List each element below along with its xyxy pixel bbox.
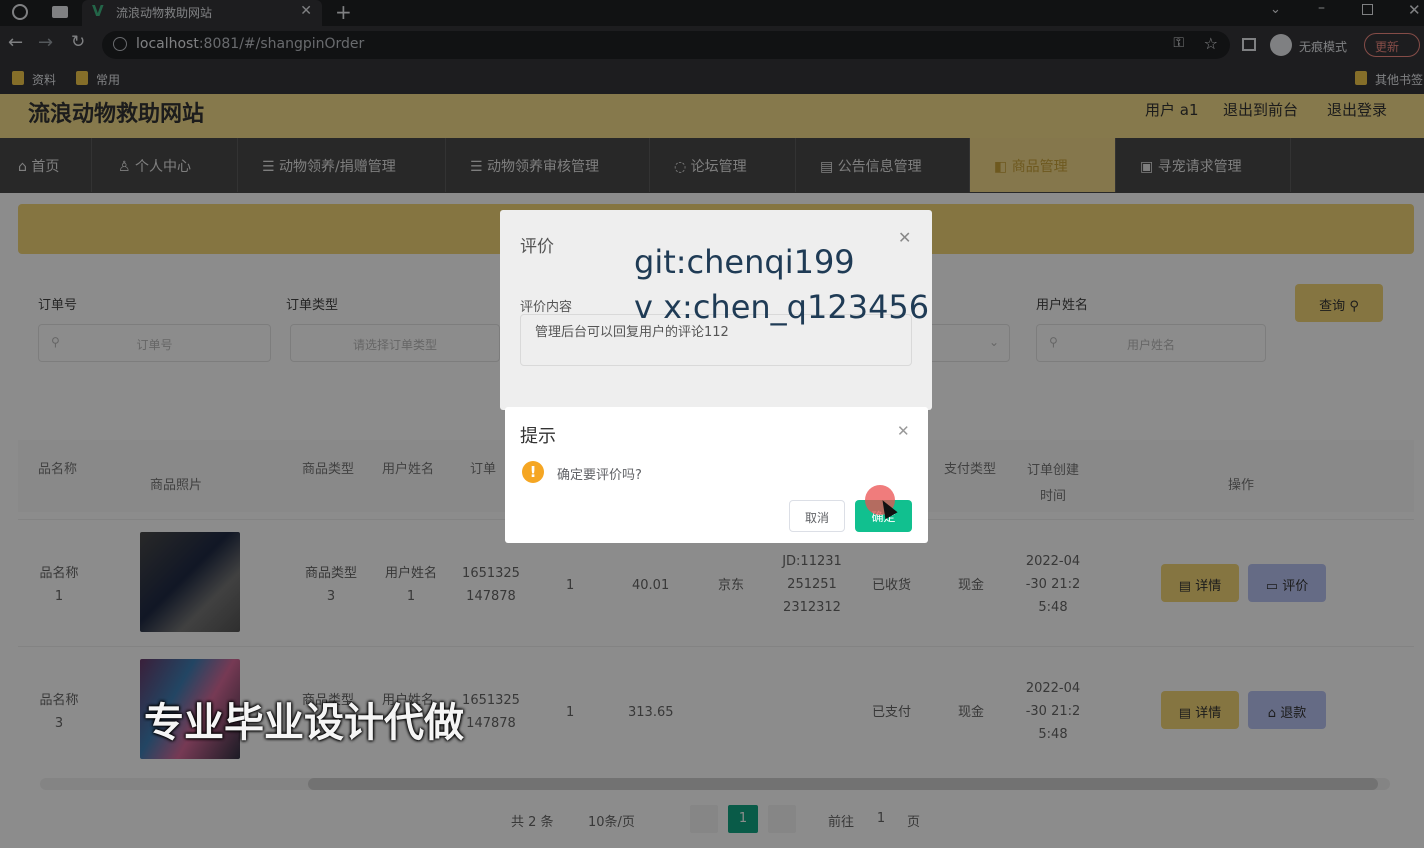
watermark-vx: v x:chen_q123456 bbox=[634, 288, 930, 326]
warning-icon: ! bbox=[522, 461, 544, 483]
watermark-git: git:chenqi199 bbox=[634, 243, 855, 281]
watermark-banner: 专业毕业设计代做 bbox=[144, 700, 464, 746]
evaluate-dialog-title: 评价 bbox=[520, 237, 554, 257]
evaluate-dialog-close-icon[interactable]: ✕ bbox=[898, 228, 911, 247]
confirm-dialog-title: 提示 bbox=[520, 426, 556, 447]
evaluate-content-label: 评价内容 bbox=[520, 300, 573, 315]
evaluate-content-value: 管理后台可以回复用户的评论112 bbox=[535, 325, 729, 340]
confirm-dialog-close-icon[interactable]: ✕ bbox=[897, 422, 910, 440]
confirm-dialog: 提示 ✕ ! 确定要评价吗? 取消 确定 bbox=[505, 407, 928, 543]
cancel-button[interactable]: 取消 bbox=[789, 500, 845, 532]
confirm-message: 确定要评价吗? bbox=[557, 468, 642, 483]
cancel-button-label: 取消 bbox=[804, 511, 829, 525]
